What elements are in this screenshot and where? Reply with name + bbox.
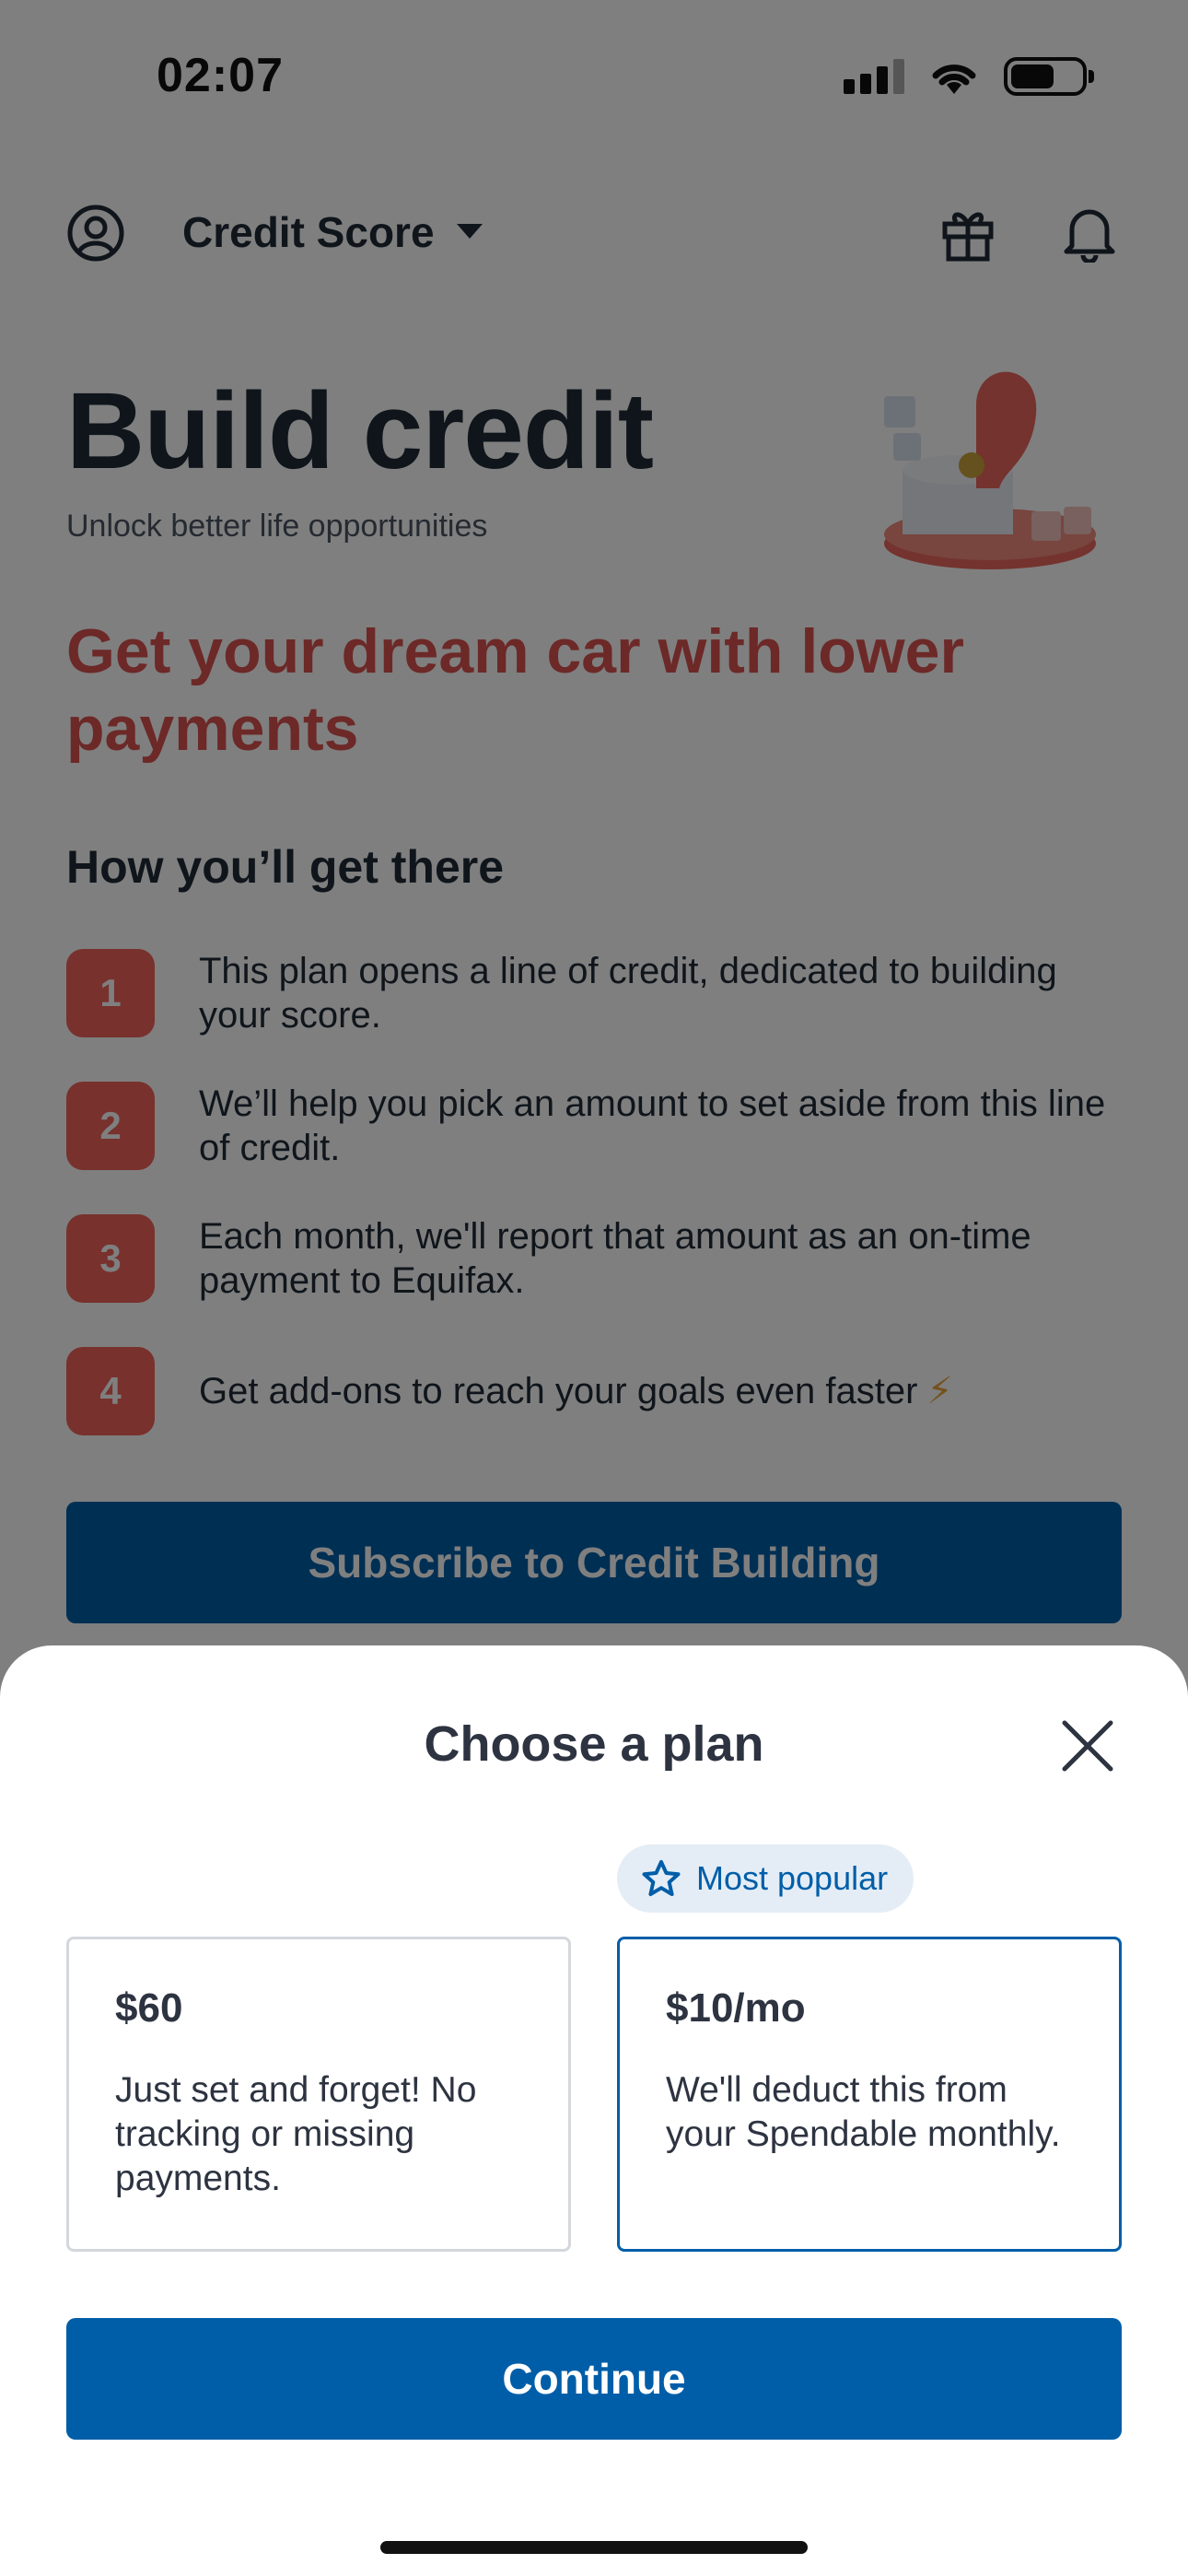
plan-description: Just set and forget! No tracking or miss… <box>115 2070 477 2198</box>
plan-price: $60 <box>115 1985 183 2031</box>
sheet-title: Choose a plan <box>424 1716 764 1772</box>
continue-button[interactable]: Continue <box>66 2318 1122 2440</box>
close-icon[interactable] <box>1061 1719 1114 1773</box>
choose-plan-sheet: Choose a plan Most popular $60 Just set … <box>0 1645 1188 2576</box>
home-indicator[interactable] <box>380 2541 808 2554</box>
screen: 02:07 Credit Score <box>0 0 1188 2576</box>
plan-card-onetime[interactable]: $60 Just set and forget! No tracking or … <box>66 1937 571 2252</box>
plan-price: $10/mo <box>666 1985 806 2031</box>
star-icon <box>642 1860 681 1896</box>
most-popular-badge: Most popular <box>617 1844 914 1913</box>
plan-description: We'll deduct this from your Spendable mo… <box>666 2070 1061 2154</box>
most-popular-label: Most popular <box>696 1859 889 1897</box>
plan-card-monthly[interactable]: $10/mo We'll deduct this from your Spend… <box>617 1937 1122 2252</box>
